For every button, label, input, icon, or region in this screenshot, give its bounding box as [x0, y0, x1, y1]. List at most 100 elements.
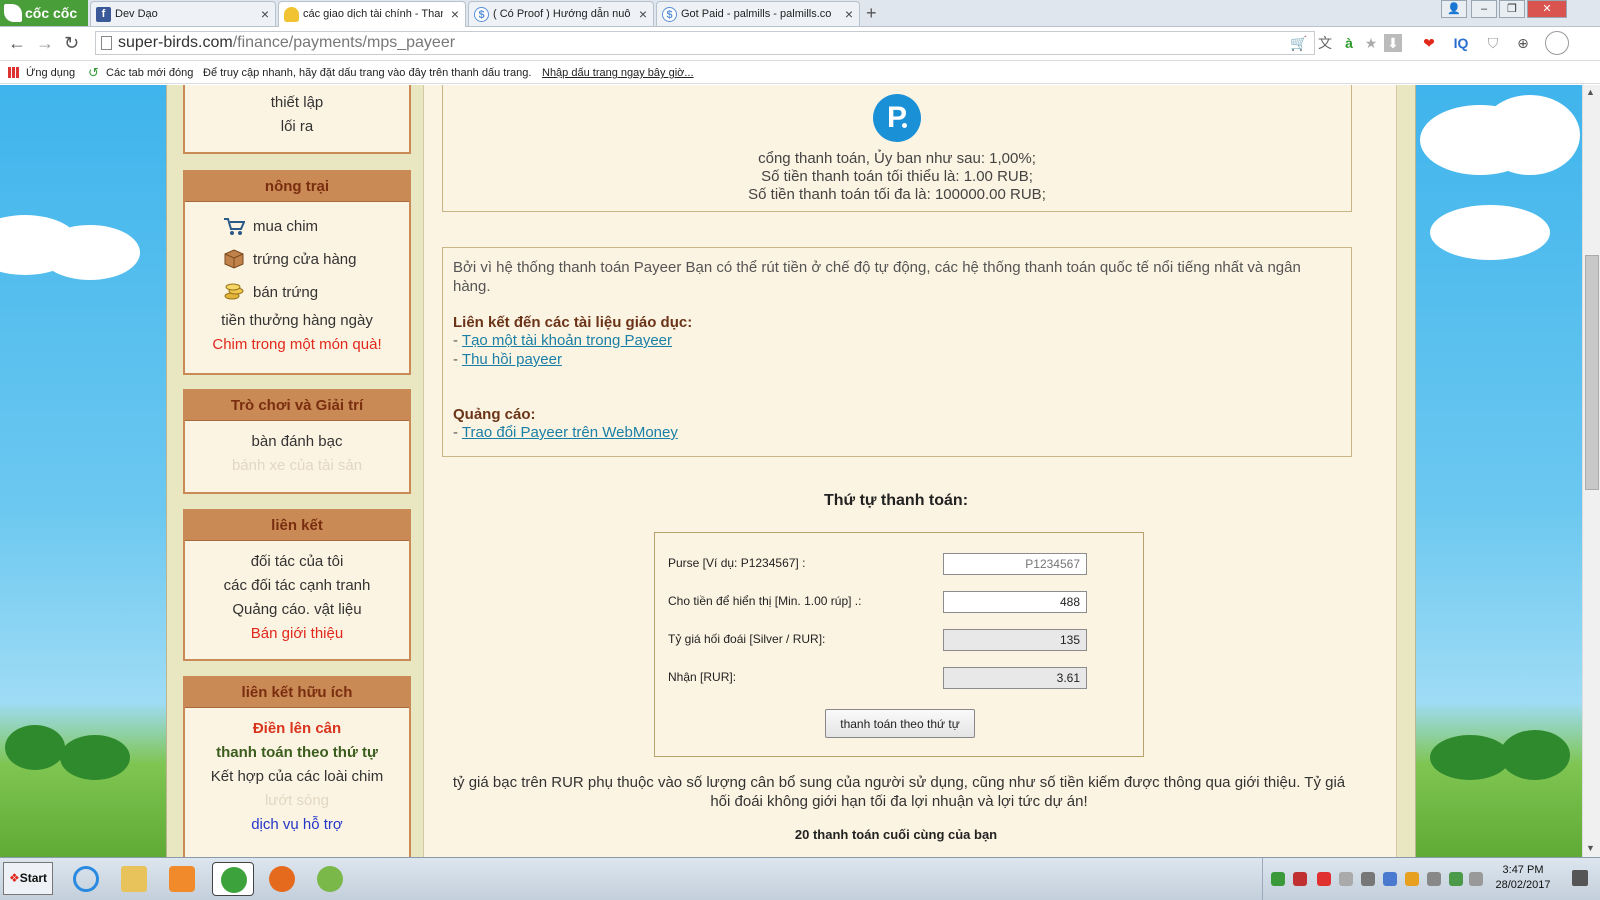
exchange-rate-field: 135	[943, 629, 1087, 651]
coins-icon	[224, 283, 244, 300]
translate-icon[interactable]: 文	[1316, 34, 1334, 52]
taskbar-coccoc[interactable]	[212, 862, 254, 896]
exchange-payeer-webmoney-link[interactable]: Trao đổi Payeer trên WebMoney	[462, 424, 678, 441]
taskbar-android-studio[interactable]	[312, 862, 348, 896]
scroll-up-icon[interactable]: ▲	[1586, 87, 1595, 97]
cloud-shape	[40, 225, 140, 280]
sidebar-item-partner-contest[interactable]: các đối tác cạnh tranh	[185, 574, 409, 598]
sidebar-farm-title: nông trại	[185, 172, 409, 202]
tab-got-paid[interactable]: $ Got Paid - palmills - palmills.co ×	[656, 1, 860, 26]
sidebar-item-daily-bonus[interactable]: tiền thưởng hàng ngày	[185, 309, 409, 333]
sidebar-item-sell-eggs[interactable]: bán trứng	[185, 276, 409, 309]
sidebar-links-title: liên kết	[185, 511, 409, 541]
ads-link-row: - Trao đổi Payeer trên WebMoney	[453, 424, 678, 441]
tray-flag-icon[interactable]	[1339, 872, 1353, 886]
page-scrollbar[interactable]: ▲ ▼	[1582, 85, 1600, 857]
tree-shape	[1500, 730, 1570, 780]
close-tab-icon[interactable]: ×	[845, 2, 853, 26]
site-container: thiết lập lối ra nông trại mua chim trứn…	[166, 85, 1416, 857]
exchange-rate-note: tỷ giá bạc trên RUR phụ thuộc vào số lượ…	[452, 774, 1346, 810]
reload-icon[interactable]: ↻	[64, 33, 79, 54]
tray-app-icon[interactable]	[1449, 872, 1463, 886]
sidebar-item-surfing[interactable]: lướt sóng	[185, 789, 409, 813]
scrollbar-thumb[interactable]	[1585, 255, 1599, 490]
shield-extension-icon[interactable]: ⛉	[1484, 34, 1502, 52]
scroll-down-icon[interactable]: ▼	[1586, 843, 1595, 853]
iq-extension-icon[interactable]: IQ	[1450, 34, 1472, 52]
sidebar-item-wheel-of-fortune[interactable]: bánh xe của tài sản	[185, 454, 409, 478]
withdraw-payeer-link[interactable]: Thu hồi payeer	[462, 351, 562, 368]
tab-dev-dao[interactable]: f Dev Dạo ×	[90, 1, 276, 26]
bookmark-apps[interactable]: Ứng dụng	[26, 62, 75, 84]
taskbar-clock[interactable]: 3:47 PM 28/02/2017	[1478, 863, 1568, 893]
tab-super-birds[interactable]: các giao dịch tài chính - Thanh ×	[278, 1, 466, 28]
sidebar-item-promo-materials[interactable]: Quảng cáo. vật liệu	[185, 598, 409, 622]
taskbar-explorer[interactable]	[116, 862, 152, 896]
profile-circle-icon[interactable]	[1545, 31, 1569, 55]
apps-grid-icon	[8, 67, 19, 78]
back-icon[interactable]: ←	[8, 33, 26, 54]
tray-app-icon[interactable]	[1293, 872, 1307, 886]
globe-icon[interactable]: ⊕	[1514, 34, 1532, 52]
vietnamese-input-icon[interactable]: à	[1340, 34, 1358, 52]
sidebar-useful-block: liên kết hữu ích Điền lên cân thanh toán…	[183, 676, 411, 857]
bookmark-import-link[interactable]: Nhập dấu trang ngay bây giờ...	[542, 62, 694, 84]
show-desktop-icon[interactable]	[1572, 870, 1588, 886]
forward-icon[interactable]: →	[36, 33, 54, 54]
address-bar: ← → ↻ super-birds.com/finance/payments/m…	[0, 27, 1600, 61]
sidebar-item-gift-bird[interactable]: Chim trong một món quà!	[185, 333, 409, 357]
download-icon[interactable]: ⬇	[1384, 34, 1402, 52]
taskbar-media-player[interactable]	[164, 862, 200, 896]
amount-input[interactable]: 488	[943, 591, 1087, 613]
tray-app-icon[interactable]	[1271, 872, 1285, 886]
taskbar-firefox[interactable]	[264, 862, 300, 896]
bookmark-recent-tabs[interactable]: Các tab mới đóng	[106, 62, 193, 84]
sidebar-item-support[interactable]: dịch vụ hỗ trợ	[185, 813, 409, 837]
sidebar-item-logout[interactable]: lối ra	[185, 115, 409, 139]
cart-icon	[224, 218, 245, 235]
receive-label: Nhận [RUR]:	[668, 670, 737, 684]
heart-extension-icon[interactable]: ❤	[1420, 34, 1438, 52]
coccoc-logo[interactable]: cốc cốc	[0, 0, 88, 26]
restore-icon[interactable]: ❐	[1499, 0, 1525, 18]
sidebar-item-my-partners[interactable]: đối tác của tôi	[185, 550, 409, 574]
sidebar-item-gambling-table[interactable]: bàn đánh bạc	[185, 430, 409, 454]
coccoc-leaf-icon	[4, 4, 22, 22]
bookmarks-bar: Ứng dụng ↺ Các tab mới đóng Để truy cập …	[0, 62, 1600, 84]
user-icon[interactable]: 👤	[1441, 0, 1467, 18]
tray-antivirus-icon[interactable]	[1317, 872, 1331, 886]
cloud-shape	[1430, 205, 1550, 260]
cart-extension-icon[interactable]: 🛒	[1290, 34, 1308, 52]
recent-tabs-icon: ↺	[88, 65, 99, 80]
taskbar-ie[interactable]	[68, 862, 104, 896]
sidebar-item-order-payment[interactable]: thanh toán theo thứ tự	[185, 741, 409, 765]
bookmark-star-icon[interactable]: ★	[1362, 34, 1380, 52]
sidebar-item-bird-combination[interactable]: Kết hợp của các loài chim	[185, 765, 409, 789]
purse-input[interactable]	[943, 553, 1087, 575]
minimize-icon[interactable]: –	[1471, 0, 1497, 18]
tray-app-icon[interactable]	[1383, 872, 1397, 886]
close-tab-icon[interactable]: ×	[639, 2, 647, 26]
new-tab-icon[interactable]: +	[866, 3, 877, 24]
create-payeer-account-link[interactable]: Tạo một tài khoản trong Payeer	[462, 332, 672, 349]
tree-shape	[60, 735, 130, 780]
dollar-circle-icon: $	[474, 7, 489, 22]
close-tab-icon[interactable]: ×	[261, 2, 269, 26]
sidebar-item-top-up[interactable]: Điền lên cân	[185, 717, 409, 741]
tray-speaker-icon[interactable]	[1361, 872, 1375, 886]
ads-title: Quảng cáo:	[453, 406, 536, 423]
close-tab-icon[interactable]: ×	[451, 2, 459, 26]
tray-network-icon[interactable]	[1427, 872, 1441, 886]
purse-label: Purse [Ví dụ: P1234567] :	[668, 556, 806, 570]
url-input[interactable]: super-birds.com/finance/payments/mps_pay…	[95, 31, 1315, 55]
order-payment-button[interactable]: thanh toán theo thứ tự	[825, 709, 975, 738]
sidebar-item-buy-birds[interactable]: mua chim	[185, 210, 409, 243]
sidebar-item-egg-store[interactable]: trứng cửa hàng	[185, 243, 409, 276]
tab-co-proof[interactable]: $ ( Có Proof ) Hướng dẫn nuôi c ×	[468, 1, 654, 26]
windows-flag-icon: ❖	[8, 871, 20, 885]
start-button[interactable]: ❖Start	[3, 862, 53, 895]
sidebar-item-settings[interactable]: thiết lập	[185, 91, 409, 115]
sidebar-item-sell-referrals[interactable]: Bán giới thiệu	[185, 622, 409, 646]
tray-app-icon[interactable]	[1405, 872, 1419, 886]
close-window-icon[interactable]: ✕	[1527, 0, 1567, 18]
